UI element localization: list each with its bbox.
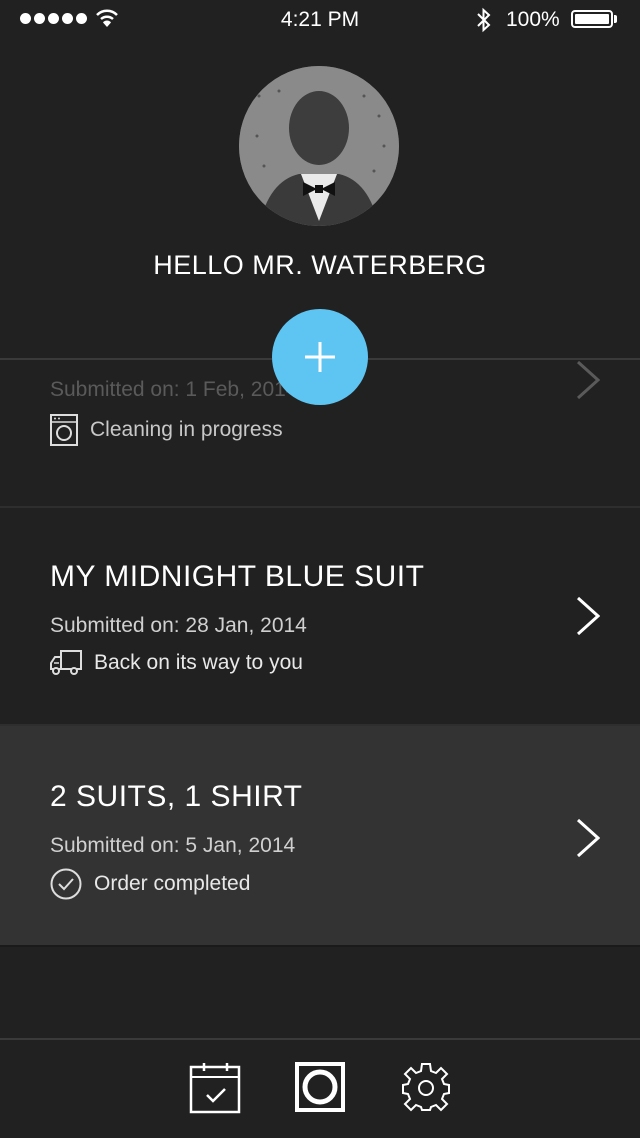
tab-orders[interactable] <box>295 1062 345 1112</box>
profile-header: HELLO MR. WATERBERG <box>0 0 640 360</box>
order-item[interactable]: 2 SUITS, 1 SHIRT Submitted on: 5 Jan, 20… <box>0 726 640 947</box>
avatar-photo <box>239 66 399 226</box>
order-item[interactable]: MY MIDNIGHT BLUE SUIT Submitted on: 28 J… <box>0 506 640 726</box>
plus-icon <box>305 342 335 372</box>
washing-machine-icon <box>50 414 78 446</box>
greeting-text: HELLO MR. WATERBERG <box>153 250 487 280</box>
order-date: Submitted on: 28 Jan, 2014 <box>50 614 307 637</box>
bluetooth-icon <box>477 7 491 33</box>
battery-percentage: 100% <box>506 8 560 31</box>
order-status-text: Order completed <box>94 872 251 895</box>
status-bar: 4:21 PM 100% <box>0 0 640 40</box>
order-status-text: Back on its way to you <box>94 651 303 674</box>
tab-calendar[interactable] <box>189 1062 241 1114</box>
order-title: MY MIDNIGHT BLUE SUIT <box>50 560 425 593</box>
chevron-right-icon[interactable] <box>576 360 600 400</box>
order-date: Submitted on: 5 Jan, 2014 <box>50 834 296 857</box>
check-circle-icon <box>50 868 82 900</box>
tab-bar <box>0 1038 640 1138</box>
avatar[interactable] <box>239 66 399 226</box>
add-order-button[interactable] <box>272 309 368 405</box>
order-status: Order completed <box>50 868 250 900</box>
order-title: 2 SUITS, 1 SHIRT <box>50 780 303 813</box>
order-status-text: Cleaning in progress <box>90 418 283 441</box>
battery-icon <box>571 10 613 28</box>
order-status: Cleaning in progress <box>50 414 283 446</box>
chevron-right-icon[interactable] <box>576 818 600 858</box>
chevron-right-icon[interactable] <box>576 596 600 636</box>
delivery-truck-icon <box>50 650 82 675</box>
tab-settings[interactable] <box>401 1062 451 1112</box>
order-status: Back on its way to you <box>50 650 303 676</box>
order-date: Submitted on: 1 Feb, 2014 <box>50 378 298 401</box>
